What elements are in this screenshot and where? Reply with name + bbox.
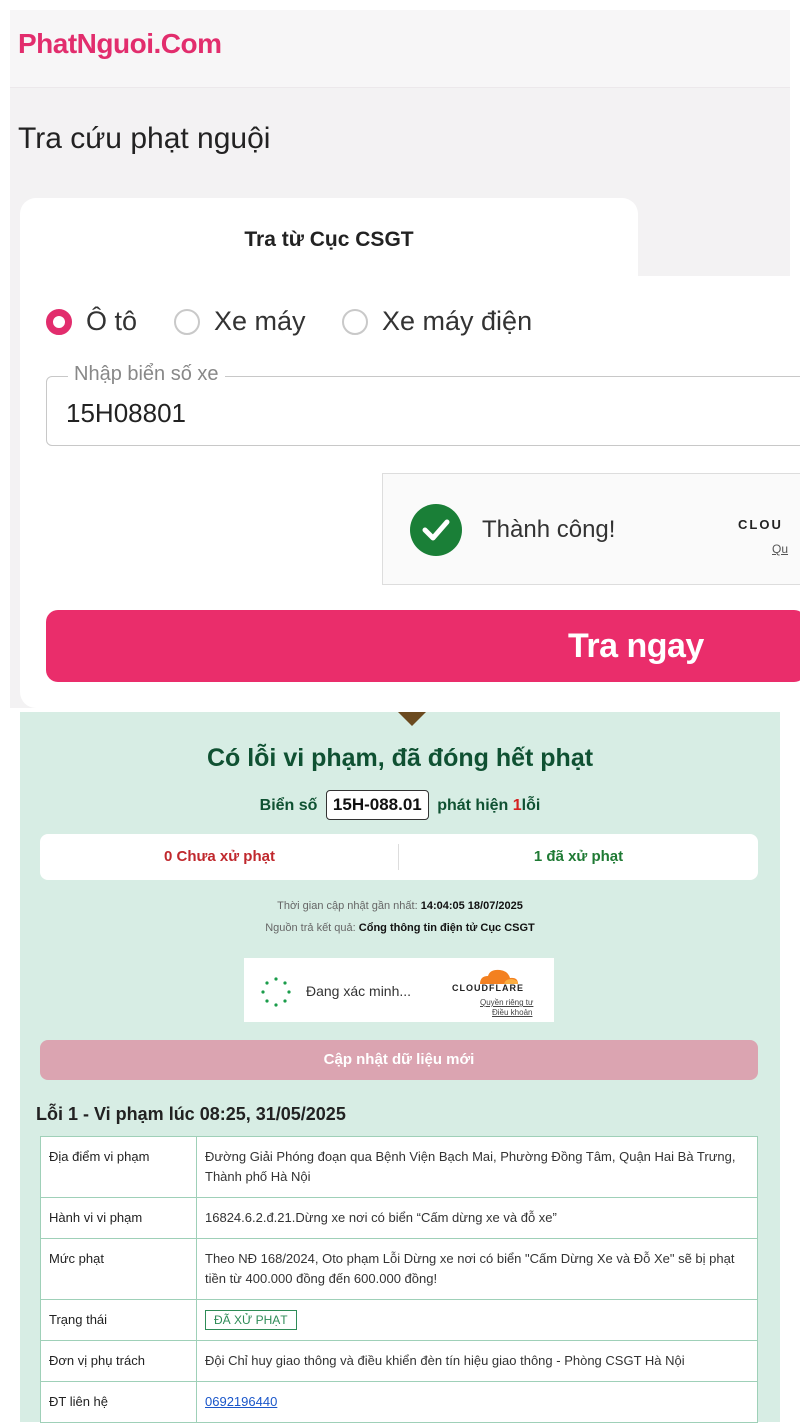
phone-label: ĐT liên hệ	[40, 1381, 197, 1423]
update-value: 14:04:05 18/07/2025	[420, 900, 523, 912]
found-suffix: lỗi	[521, 797, 541, 814]
radio-unchecked-icon	[342, 308, 368, 335]
radio-unchecked-icon	[174, 308, 200, 335]
table-row: Trạng thái ĐÃ XỬ PHẠT	[40, 1299, 758, 1341]
search-panel: PhatNguoi.Com Tra cứu phạt nguội Tra từ …	[10, 10, 800, 708]
refresh-button-label: Cập nhật dữ liệu mới	[323, 1051, 475, 1068]
radio-label: Xe máy điện	[382, 306, 533, 336]
plate-summary: Biển số 15H-088.01 phát hiện 1lỗi	[20, 790, 780, 820]
privacy-link[interactable]: Quyền riêng tư	[480, 998, 533, 1007]
update-label: Thời gian cập nhật gần nhất:	[277, 900, 418, 912]
page-title: Tra cứu phạt nguội	[18, 122, 271, 155]
found-prefix: phát hiện	[437, 797, 509, 814]
unpaid-count[interactable]: 0 Chưa xử phạt	[40, 848, 399, 865]
plate-badge: 15H-088.01	[325, 790, 429, 820]
site-header: PhatNguoi.Com	[10, 10, 790, 88]
violation-table: Địa điểm vi phạm Đường Giải Phóng đoạn q…	[40, 1136, 758, 1423]
table-row: Mức phạt Theo NĐ 168/2024, Oto phạm Lỗi …	[40, 1238, 758, 1300]
found-count: 1	[512, 797, 522, 814]
source-label: Nguồn trả kết quả:	[265, 922, 356, 934]
radio-label: Ô tô	[86, 306, 138, 336]
cloudflare-privacy-link[interactable]: Qu	[772, 542, 788, 556]
result-title: Có lỗi vi phạm, đã đóng hết phạt	[206, 744, 594, 772]
result-panel: Có lỗi vi phạm, đã đóng hết phạt Biển số…	[20, 712, 780, 1423]
phone-cell: 0692196440	[196, 1381, 758, 1423]
fine-label: Mức phạt	[40, 1238, 197, 1300]
captcha-verifying-text: Đang xác minh...	[306, 983, 412, 999]
violation-heading: Lỗi 1 - Vi phạm lúc 08:25, 31/05/2025	[36, 1104, 346, 1124]
table-row: Địa điểm vi phạm Đường Giải Phóng đoạn q…	[40, 1136, 758, 1198]
paid-count[interactable]: 1 đã xử phạt	[399, 848, 758, 865]
behavior-label: Hành vi vi phạm	[40, 1197, 197, 1239]
location-value: Đường Giải Phóng đoạn qua Bệnh Viện Bạch…	[196, 1136, 758, 1198]
location-label: Địa điểm vi phạm	[40, 1136, 197, 1198]
cloudflare-logo: CLOU	[738, 517, 783, 532]
pointer-arrow-icon	[398, 712, 426, 726]
unit-value: Đội Chỉ huy giao thông và điều khiển đèn…	[196, 1340, 758, 1382]
success-check-icon	[410, 504, 462, 556]
source-value: Cổng thông tin điện tử Cục CSGT	[358, 922, 535, 934]
radio-oto[interactable]: Ô tô	[46, 306, 137, 337]
status-badge: ĐÃ XỬ PHẠT	[205, 1310, 297, 1330]
update-time: Thời gian cập nhật gần nhất: 14:04:05 18…	[20, 900, 780, 912]
refresh-data-button[interactable]: Cập nhật dữ liệu mới	[40, 1040, 758, 1080]
cloudflare-widget-verifying[interactable]: Đang xác minh... CLOUDFLARE Quyền riêng …	[244, 958, 554, 1022]
radio-xe-may[interactable]: Xe máy	[174, 306, 306, 337]
status-label: Trạng thái	[40, 1299, 197, 1341]
tab-label: Tra từ Cục CSGT	[244, 228, 414, 251]
plate-prefix: Biển số	[259, 797, 318, 814]
cloudflare-logo-text: CLOUDFLARE	[452, 983, 524, 993]
fine-value: Theo NĐ 168/2024, Oto phạm Lỗi Dừng xe n…	[196, 1238, 758, 1300]
spinner-icon	[261, 977, 291, 1007]
result-source: Nguồn trả kết quả: Cổng thông tin điện t…	[20, 922, 780, 934]
status-cell: ĐÃ XỬ PHẠT	[196, 1299, 758, 1341]
status-summary: 0 Chưa xử phạt 1 đã xử phạt	[40, 834, 758, 880]
radio-xe-may-dien[interactable]: Xe máy điện	[342, 306, 532, 337]
table-row: Đơn vị phụ trách Đội Chỉ huy giao thông …	[40, 1340, 758, 1382]
phone-link[interactable]: 0692196440	[205, 1394, 277, 1409]
radio-checked-icon	[46, 308, 72, 335]
tab-csgt[interactable]: Tra từ Cục CSGT	[20, 198, 638, 288]
plate-input-label: Nhập biển số xe	[68, 363, 225, 386]
radio-label: Xe máy	[214, 306, 306, 336]
table-row: Hành vi vi phạm 16824.6.2.đ.21.Dừng xe n…	[40, 1197, 758, 1239]
search-button-label: Tra ngay	[568, 627, 704, 665]
unit-label: Đơn vị phụ trách	[40, 1340, 197, 1382]
table-row: ĐT liên hệ 0692196440	[40, 1381, 758, 1423]
captcha-status: Thành công!	[482, 516, 616, 543]
behavior-value: 16824.6.2.đ.21.Dừng xe nơi có biển “Cấm …	[196, 1197, 758, 1239]
plate-input-value[interactable]: 15H08801	[66, 398, 186, 429]
site-logo[interactable]: PhatNguoi.Com	[18, 28, 222, 60]
search-button[interactable]: Tra ngay	[46, 610, 800, 682]
terms-link[interactable]: Điều khoản	[492, 1008, 532, 1017]
